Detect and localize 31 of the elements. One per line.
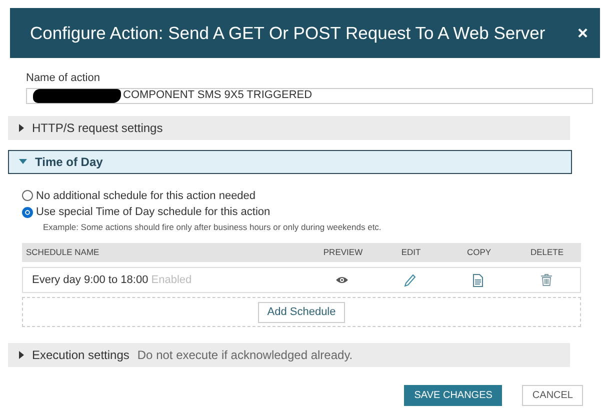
pencil-icon[interactable]: [404, 274, 416, 287]
caret-down-icon: [19, 159, 27, 164]
field-value: COMPONENT SMS 9X5 TRIGGERED: [123, 88, 312, 104]
name-input-field[interactable]: COMPONENT SMS 9X5 TRIGGERED: [26, 88, 593, 104]
column-header: PREVIEW: [322, 246, 364, 260]
column-header: SCHEDULE NAME: [25, 246, 100, 260]
add-schedule-button[interactable]: Add Schedule: [258, 302, 345, 322]
section-header[interactable]: Execution settings Do not execute if acknowledged already.: [8, 343, 570, 368]
trash-icon[interactable]: [540, 274, 552, 286]
option-label[interactable]: No additional schedule for this action needed: [36, 188, 256, 204]
schedule-name: Every day 9:00 to 18:00: [32, 274, 148, 286]
close-button[interactable]: ×: [577, 20, 588, 46]
document-icon[interactable]: [473, 274, 483, 287]
column-header: COPY: [466, 246, 492, 260]
radio-button[interactable]: [22, 190, 33, 202]
option-label[interactable]: Use special Time of Day schedule for this action: [36, 204, 270, 220]
status-text: Enabled: [151, 274, 192, 286]
hint-text: Example: Some actions should fire only after business hours or only during weekends etc.: [43, 220, 382, 234]
radio-button[interactable]: [22, 206, 33, 218]
cancel-button[interactable]: CANCEL: [522, 385, 583, 406]
dialog-title: Configure Action: Send A GET Or POST Request To A Web Server: [30, 22, 546, 44]
caret-right-icon: [19, 124, 24, 132]
column-header: EDIT: [400, 246, 422, 260]
field-label: Name of action: [26, 71, 101, 86]
column-header: DELETE: [529, 246, 565, 260]
caret-right-icon: [19, 351, 24, 360]
eye-icon[interactable]: [336, 276, 348, 284]
section-header[interactable]: Time of Day: [8, 150, 572, 174]
section-summary: Do not execute if acknowledged already.: [137, 347, 353, 364]
section-header[interactable]: HTTP/S request settings: [8, 116, 570, 140]
save-button[interactable]: SAVE CHANGES: [404, 385, 502, 406]
